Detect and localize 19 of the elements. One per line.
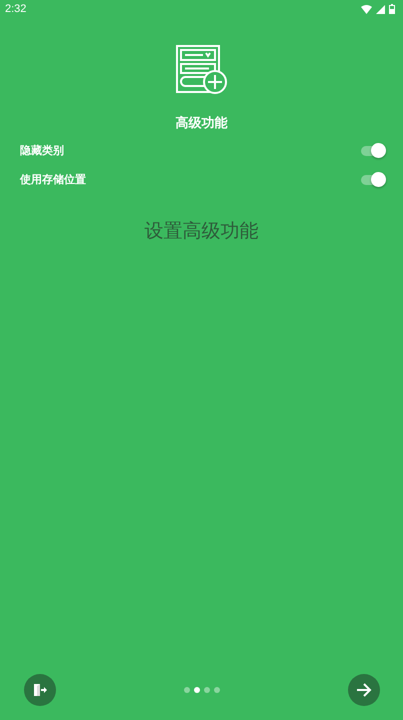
signal-icon xyxy=(376,4,385,14)
setting-label: 隐藏类别 xyxy=(20,143,64,158)
page-dot[interactable] xyxy=(194,687,200,693)
page-dot[interactable] xyxy=(184,687,190,693)
battery-icon xyxy=(389,4,395,14)
arrow-right-icon xyxy=(356,683,372,697)
page-title: 高级功能 xyxy=(176,116,228,131)
page-dot[interactable] xyxy=(204,687,210,693)
status-time: 2:32 xyxy=(5,3,26,15)
toggle-switch[interactable] xyxy=(361,174,383,184)
door-exit-icon xyxy=(33,683,47,697)
setting-label: 使用存储位置 xyxy=(20,172,86,187)
exit-button[interactable] xyxy=(24,674,56,706)
next-button[interactable] xyxy=(348,674,380,706)
page-dot[interactable] xyxy=(214,687,220,693)
description-text: 设置高级功能 xyxy=(144,220,258,242)
form-add-icon xyxy=(174,44,228,96)
wifi-icon xyxy=(361,4,372,14)
toggle-switch[interactable] xyxy=(361,146,383,156)
